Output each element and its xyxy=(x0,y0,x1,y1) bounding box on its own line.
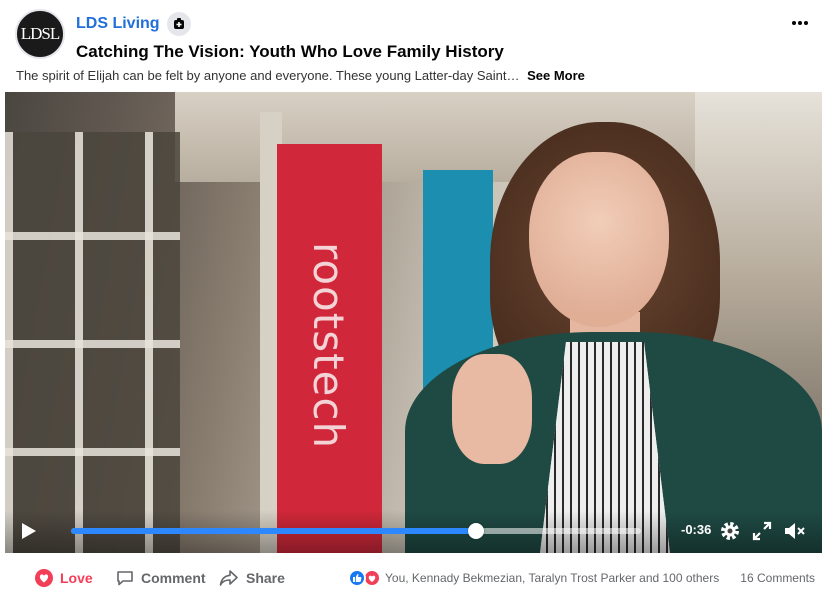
video-person-hand xyxy=(452,354,532,464)
video-time-remaining: -0:36 xyxy=(681,522,712,537)
share-button-label: Share xyxy=(246,570,285,586)
video-controls: -0:36 xyxy=(5,510,822,553)
post-description-text: The spirit of Elijah can be felt by anyo… xyxy=(16,68,520,83)
reactions-summary[interactable]: You, Kennady Bekmezian, Taralyn Trost Pa… xyxy=(348,569,719,587)
play-button[interactable] xyxy=(21,522,37,540)
play-icon xyxy=(22,523,36,539)
comment-button-label: Comment xyxy=(141,570,206,586)
settings-icon xyxy=(721,522,739,540)
share-icon xyxy=(219,570,238,586)
page-name-link[interactable]: LDS Living xyxy=(76,15,160,33)
volume-button[interactable] xyxy=(783,520,805,542)
post-description: The spirit of Elijah can be felt by anyo… xyxy=(16,68,585,83)
fullscreen-button[interactable] xyxy=(751,520,773,542)
comment-button[interactable]: Comment xyxy=(116,569,206,587)
video-scene-window-grid xyxy=(5,132,180,553)
see-more-button[interactable]: See More xyxy=(527,68,585,83)
video-person-face xyxy=(529,152,669,327)
video-banner-text: rootstech xyxy=(304,242,353,450)
love-reaction-icon xyxy=(35,569,53,587)
settings-button[interactable] xyxy=(719,520,741,542)
post-action-bar: Love Comment Share You, Kennady Bekmezia… xyxy=(0,560,825,599)
video-progress-fill xyxy=(71,528,476,534)
video-progress-handle[interactable] xyxy=(467,523,484,539)
share-button[interactable]: Share xyxy=(219,569,285,587)
avatar-logo-text: LDSL xyxy=(20,24,60,43)
fullscreen-icon xyxy=(752,521,772,541)
more-dots-icon xyxy=(792,21,808,25)
video-progress-bar[interactable] xyxy=(71,523,641,539)
love-button-label: Love xyxy=(60,570,93,586)
video-player[interactable]: rootstech xyxy=(5,92,822,553)
love-button[interactable]: Love xyxy=(35,569,93,587)
like-reaction-icon xyxy=(348,569,366,587)
page-avatar[interactable]: LDSL xyxy=(15,9,65,59)
post-title-link[interactable]: Catching The Vision: Youth Who Love Fami… xyxy=(76,42,504,62)
more-options-button[interactable] xyxy=(789,12,811,34)
reactions-names: You, Kennady Bekmezian, Taralyn Trost Pa… xyxy=(385,571,720,585)
comments-count-link[interactable]: 16 Comments xyxy=(740,571,815,585)
comment-icon xyxy=(117,571,133,586)
page-badge-icon[interactable] xyxy=(167,12,191,36)
volume-muted-icon xyxy=(785,523,805,539)
